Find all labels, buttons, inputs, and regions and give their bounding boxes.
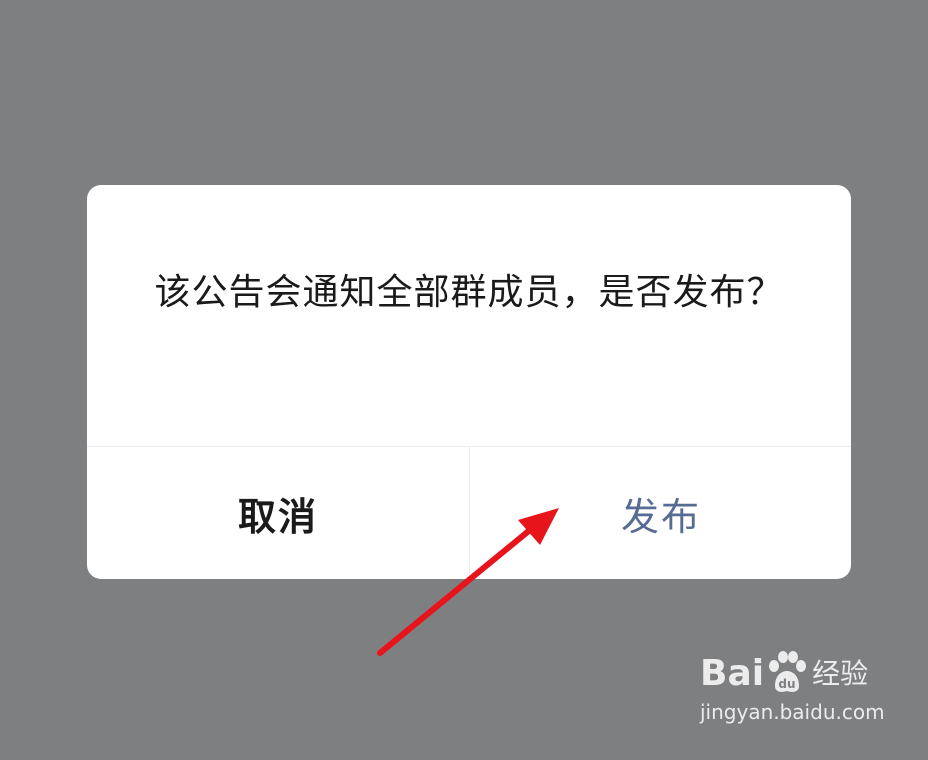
watermark-brand: Bai du 经验 (700, 650, 868, 694)
publish-button[interactable]: 发布 (470, 447, 851, 579)
paw-icon: du (769, 651, 807, 692)
watermark-brand-part1: Bai (700, 653, 765, 694)
baidu-jingyan-watermark: Bai du 经验 jingyan.baidu.com (700, 646, 885, 742)
dialog-message: 该公告会通知全部群成员，是否发布？ (154, 272, 784, 313)
watermark-brand-cn: 经验 (812, 657, 869, 690)
svg-text:du: du (779, 677, 796, 691)
watermark-url: jingyan.baidu.com (700, 700, 885, 724)
confirm-dialog: 该公告会通知全部群成员，是否发布？ 取消 发布 (87, 185, 851, 579)
cancel-button[interactable]: 取消 (87, 447, 469, 579)
